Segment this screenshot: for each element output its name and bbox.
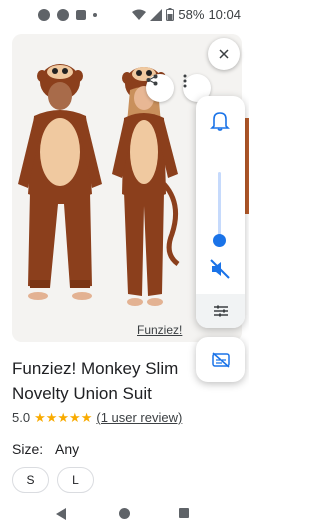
share-icon xyxy=(146,74,158,86)
rating-stars: ★ ★ ★ ★ ★ xyxy=(34,411,92,424)
bell-icon[interactable] xyxy=(208,110,232,132)
size-value: Any xyxy=(55,441,80,457)
system-nav-bar xyxy=(0,496,249,532)
reviews-link[interactable]: (1 user review) xyxy=(96,410,182,425)
clock-time: 10:04 xyxy=(208,7,241,22)
sliders-icon xyxy=(213,305,228,317)
volume-panel xyxy=(196,96,245,328)
share-button[interactable] xyxy=(146,74,174,102)
battery-icon xyxy=(166,8,175,21)
star-icon: ★ xyxy=(69,410,81,425)
star-icon: ★ xyxy=(80,410,93,425)
close-icon xyxy=(219,49,229,59)
source-link[interactable]: Funziez! xyxy=(137,323,182,337)
live-caption-button[interactable] xyxy=(196,337,245,382)
product-title-line-1: Funziez! Monkey Slim xyxy=(12,359,179,378)
mute-icon[interactable] xyxy=(209,258,231,280)
size-chip-l[interactable]: L xyxy=(57,467,94,493)
messenger-icon xyxy=(38,9,50,21)
more-vert-icon xyxy=(183,74,187,88)
captions-off-icon xyxy=(211,351,230,368)
size-label-text: Size: xyxy=(12,441,44,457)
volume-settings-button[interactable] xyxy=(196,294,245,328)
volume-close-button[interactable] xyxy=(208,38,240,70)
battery-percent: 58% xyxy=(178,7,205,22)
square-app-icon xyxy=(76,10,86,20)
rating-row: 5.0 ★ ★ ★ ★ ★ (1 user review) xyxy=(12,410,182,425)
size-label: Size: Any xyxy=(12,441,79,457)
volume-track[interactable] xyxy=(218,172,221,236)
status-bar: 58% 10:04 xyxy=(0,0,249,30)
screen: 58% 10:04 Funziez! Funziez! Monkey Slim … xyxy=(0,0,249,532)
dot-icon xyxy=(93,13,97,17)
star-icon: ★ xyxy=(34,410,46,425)
status-right: 58% 10:04 xyxy=(132,7,241,22)
product-title: Funziez! Monkey Slim Novelty Union Suit xyxy=(12,356,198,406)
size-chip-s[interactable]: S xyxy=(12,467,49,493)
star-icon: ★ xyxy=(45,410,58,425)
messenger-icon xyxy=(57,9,69,21)
signal-icon xyxy=(150,8,163,21)
star-icon: ★ xyxy=(57,410,70,425)
recents-icon[interactable] xyxy=(179,508,189,518)
volume-slider-thumb[interactable] xyxy=(213,234,226,247)
rating-value: 5.0 xyxy=(12,410,31,425)
wifi-icon xyxy=(132,9,147,20)
product-title-line-2: Novelty Union Suit xyxy=(12,384,152,403)
back-icon[interactable] xyxy=(56,508,66,520)
home-icon[interactable] xyxy=(119,508,130,519)
